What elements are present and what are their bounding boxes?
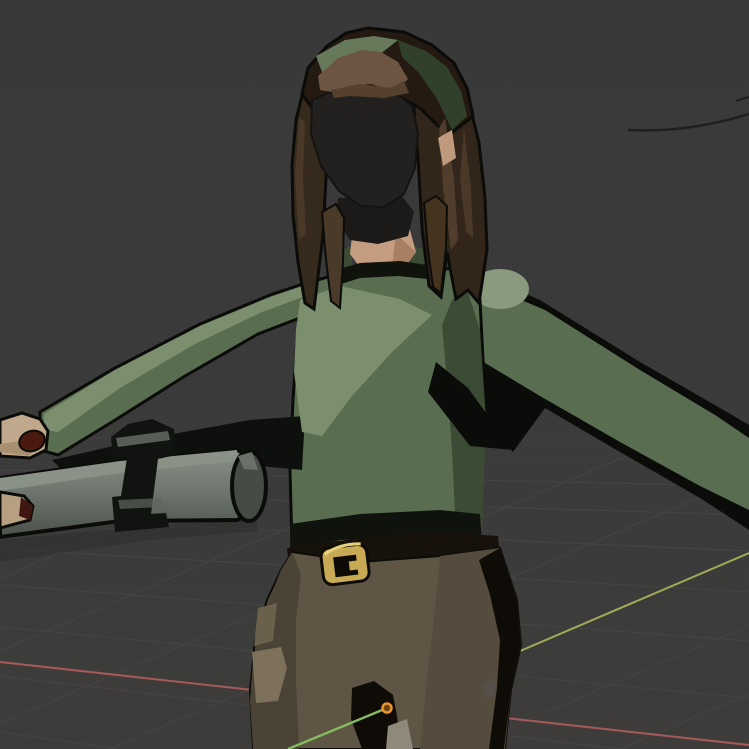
pants [250, 548, 521, 749]
origin-marker[interactable] [383, 704, 392, 713]
belt-buckle [320, 543, 370, 586]
viewport-canvas[interactable] [0, 0, 749, 749]
viewport[interactable] [0, 0, 749, 749]
buckle-tab [349, 560, 360, 570]
